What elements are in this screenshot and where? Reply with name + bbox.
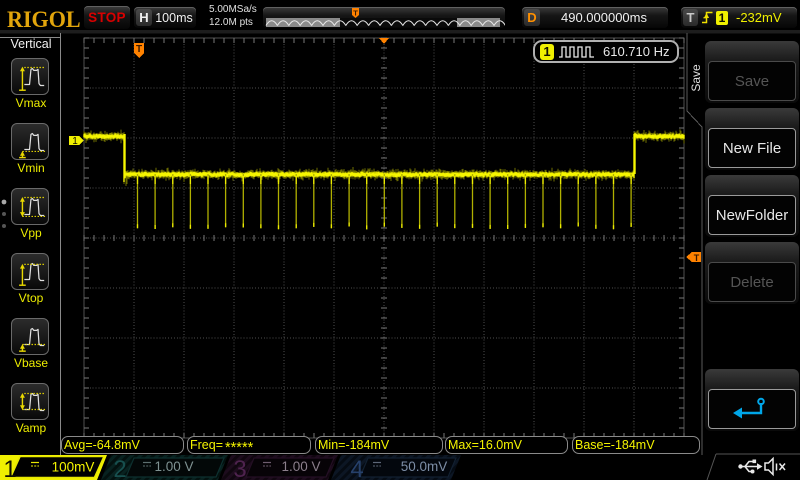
svg-text:3: 3 [233, 456, 246, 480]
svg-text:1: 1 [3, 456, 16, 480]
svg-text:T: T [136, 44, 142, 55]
svg-text:50.0mV: 50.0mV [401, 459, 448, 474]
svg-text:100mV: 100mV [52, 460, 95, 475]
svg-text:4: 4 [350, 456, 363, 480]
svg-text:T: T [353, 9, 358, 18]
svg-text:1.00 V: 1.00 V [281, 459, 320, 474]
svg-text:T: T [694, 253, 700, 263]
svg-text:1: 1 [72, 136, 78, 147]
svg-text:1.00 V: 1.00 V [154, 459, 193, 474]
svg-text:2: 2 [113, 456, 126, 480]
